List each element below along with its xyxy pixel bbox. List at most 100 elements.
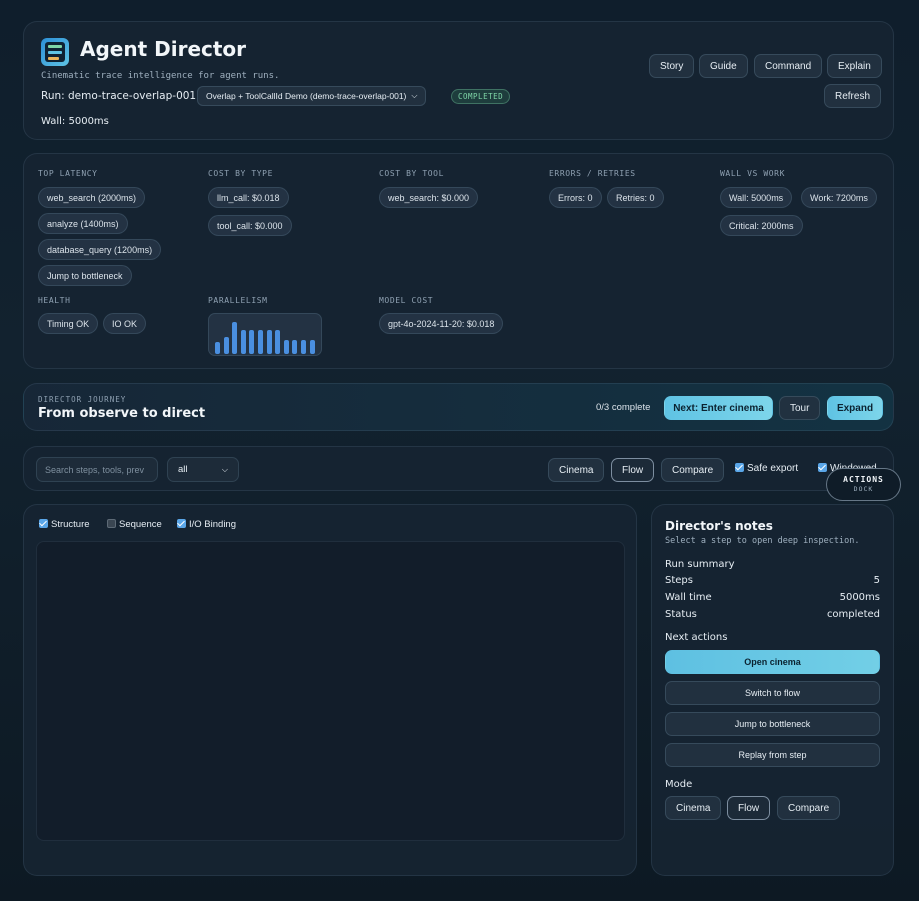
parallelism-bar xyxy=(309,340,315,354)
jump-to-bottleneck-chip[interactable]: Jump to bottleneck xyxy=(38,265,132,286)
actions-dock-sub: DOCK xyxy=(853,485,874,493)
next-enter-cinema-button[interactable]: Next: Enter cinema xyxy=(664,396,773,420)
next-actions-title: Next actions xyxy=(665,632,728,643)
parallelism-bar xyxy=(266,330,272,354)
parallelism-bar xyxy=(240,330,246,354)
app-title: Agent Director xyxy=(80,37,247,61)
header-panel: Agent Director Cinematic trace intellige… xyxy=(23,21,894,140)
summary-key: Wall time xyxy=(665,592,712,603)
structure-toggle[interactable]: Structure xyxy=(39,519,90,530)
checkbox-icon xyxy=(177,519,186,528)
notes-subtitle: Select a step to open deep inspection. xyxy=(665,536,860,546)
app-logo-icon xyxy=(41,38,69,66)
summary-key: Status xyxy=(665,609,697,620)
retries-chip: Retries: 0 xyxy=(607,187,664,208)
compare-view-button[interactable]: Compare xyxy=(661,458,725,482)
structure-label: Structure xyxy=(51,519,90,530)
search-input[interactable]: Search steps, tools, prev xyxy=(36,457,158,482)
tour-button[interactable]: Tour xyxy=(779,396,821,420)
chevron-down-icon: ⌵ xyxy=(411,91,418,100)
parallelism-bar xyxy=(258,330,263,354)
health-chip: IO OK xyxy=(103,313,147,334)
parallelism-bar xyxy=(275,330,281,354)
journey-panel: DIRECTOR JOURNEY From observe to direct … xyxy=(23,383,894,431)
toolbar-panel: Search steps, tools, prev all ⌵ Cinema F… xyxy=(23,446,894,491)
summary-value: 5000ms xyxy=(839,592,880,603)
summary-value: 5 xyxy=(873,575,880,586)
run-summary-title: Run summary xyxy=(665,559,735,570)
wall-time: Wall: 5000ms xyxy=(41,116,109,127)
parallelism-label: PARALLELISM xyxy=(208,296,268,305)
checkbox-icon xyxy=(735,463,744,472)
latency-chip[interactable]: analyze (1400ms) xyxy=(38,213,128,234)
safe-export-label: Safe export xyxy=(747,463,799,474)
run-select-value: Overlap + ToolCallId Demo (demo-trace-ov… xyxy=(206,91,407,101)
latency-chip[interactable]: web_search (2000ms) xyxy=(38,187,146,208)
command-button[interactable]: Command xyxy=(754,54,823,78)
story-button[interactable]: Story xyxy=(649,54,695,78)
notes-panel: Director's notes Select a step to open d… xyxy=(651,504,894,876)
sequence-toggle[interactable]: Sequence xyxy=(107,519,162,530)
journey-eyebrow: DIRECTOR JOURNEY xyxy=(38,395,127,404)
cost-type-chip: llm_call: $0.018 xyxy=(208,187,289,208)
mode-flow-button[interactable]: Flow xyxy=(727,796,771,820)
health-chip: Timing OK xyxy=(38,313,99,334)
actions-dock-title: ACTIONS xyxy=(843,475,884,484)
search-placeholder: Search steps, tools, prev xyxy=(45,464,145,475)
io-binding-label: I/O Binding xyxy=(189,519,236,530)
filter-select[interactable]: all ⌵ xyxy=(167,457,239,482)
explain-button[interactable]: Explain xyxy=(827,54,882,78)
model-cost-label: MODEL COST xyxy=(379,296,434,305)
expand-button[interactable]: Expand xyxy=(827,396,883,420)
mode-compare-button[interactable]: Compare xyxy=(777,796,841,820)
cost-tool-chip: web_search: $0.000 xyxy=(379,187,479,208)
parallelism-bar xyxy=(215,342,220,354)
critical-chip: Critical: 2000ms xyxy=(720,215,803,236)
summary-value: completed xyxy=(826,609,880,620)
flow-canvas[interactable] xyxy=(36,541,625,841)
checkbox-icon xyxy=(39,519,48,528)
cost-type-chip: tool_call: $0.000 xyxy=(208,215,292,236)
cinema-view-button[interactable]: Cinema xyxy=(548,458,605,482)
summary-row-status: Status completed xyxy=(665,609,880,620)
model-cost-chip: gpt-4o-2024-11-20: $0.018 xyxy=(379,313,504,334)
jump-to-bottleneck-button[interactable]: Jump to bottleneck xyxy=(665,712,880,736)
errors-retries-label: ERRORS / RETRIES xyxy=(549,169,636,178)
parallelism-sparkline xyxy=(208,313,322,356)
canvas-panel: Structure Sequence I/O Binding xyxy=(23,504,637,876)
run-label: Run: demo-trace-overlap-001 xyxy=(41,90,197,102)
journey-title: From observe to direct xyxy=(38,406,206,421)
run-select[interactable]: Overlap + ToolCallId Demo (demo-trace-ov… xyxy=(197,86,427,106)
flow-view-button[interactable]: Flow xyxy=(611,458,655,482)
guide-button[interactable]: Guide xyxy=(699,54,748,78)
chevron-down-icon: ⌵ xyxy=(221,464,228,474)
summary-key: Steps xyxy=(665,575,693,586)
summary-row-steps: Steps 5 xyxy=(665,575,880,586)
io-binding-toggle[interactable]: I/O Binding xyxy=(177,519,236,530)
cost-by-tool-label: COST BY TOOL xyxy=(379,169,444,178)
filter-value: all xyxy=(178,464,188,475)
journey-progress: 0/3 complete xyxy=(596,402,651,413)
parallelism-bar xyxy=(292,340,298,354)
switch-to-flow-button[interactable]: Switch to flow xyxy=(665,681,880,705)
sequence-label: Sequence xyxy=(119,519,162,530)
mode-cinema-button[interactable]: Cinema xyxy=(665,796,722,820)
safe-export-toggle[interactable]: Safe export xyxy=(735,463,798,474)
parallelism-bar xyxy=(249,330,255,354)
parallelism-bar xyxy=(283,340,289,354)
wall-chip: Wall: 5000ms xyxy=(720,187,793,208)
summary-row-wall-time: Wall time 5000ms xyxy=(665,592,880,603)
open-cinema-button[interactable]: Open cinema xyxy=(665,650,880,674)
actions-dock-button[interactable]: ACTIONS DOCK xyxy=(826,468,901,501)
latency-chip[interactable]: database_query (1200ms) xyxy=(38,239,162,260)
status-badge: COMPLETED xyxy=(451,89,511,104)
refresh-button[interactable]: Refresh xyxy=(824,84,882,108)
cost-by-type-label: COST BY TYPE xyxy=(208,169,273,178)
health-label: HEALTH xyxy=(38,296,71,305)
mode-title: Mode xyxy=(665,779,693,790)
metrics-panel: TOP LATENCY web_search (2000ms) analyze … xyxy=(23,153,894,369)
notes-title: Director's notes xyxy=(665,519,773,533)
checkbox-icon xyxy=(818,463,827,472)
wall-vs-work-label: WALL VS WORK xyxy=(720,169,785,178)
replay-from-step-button[interactable]: Replay from step xyxy=(665,743,880,767)
